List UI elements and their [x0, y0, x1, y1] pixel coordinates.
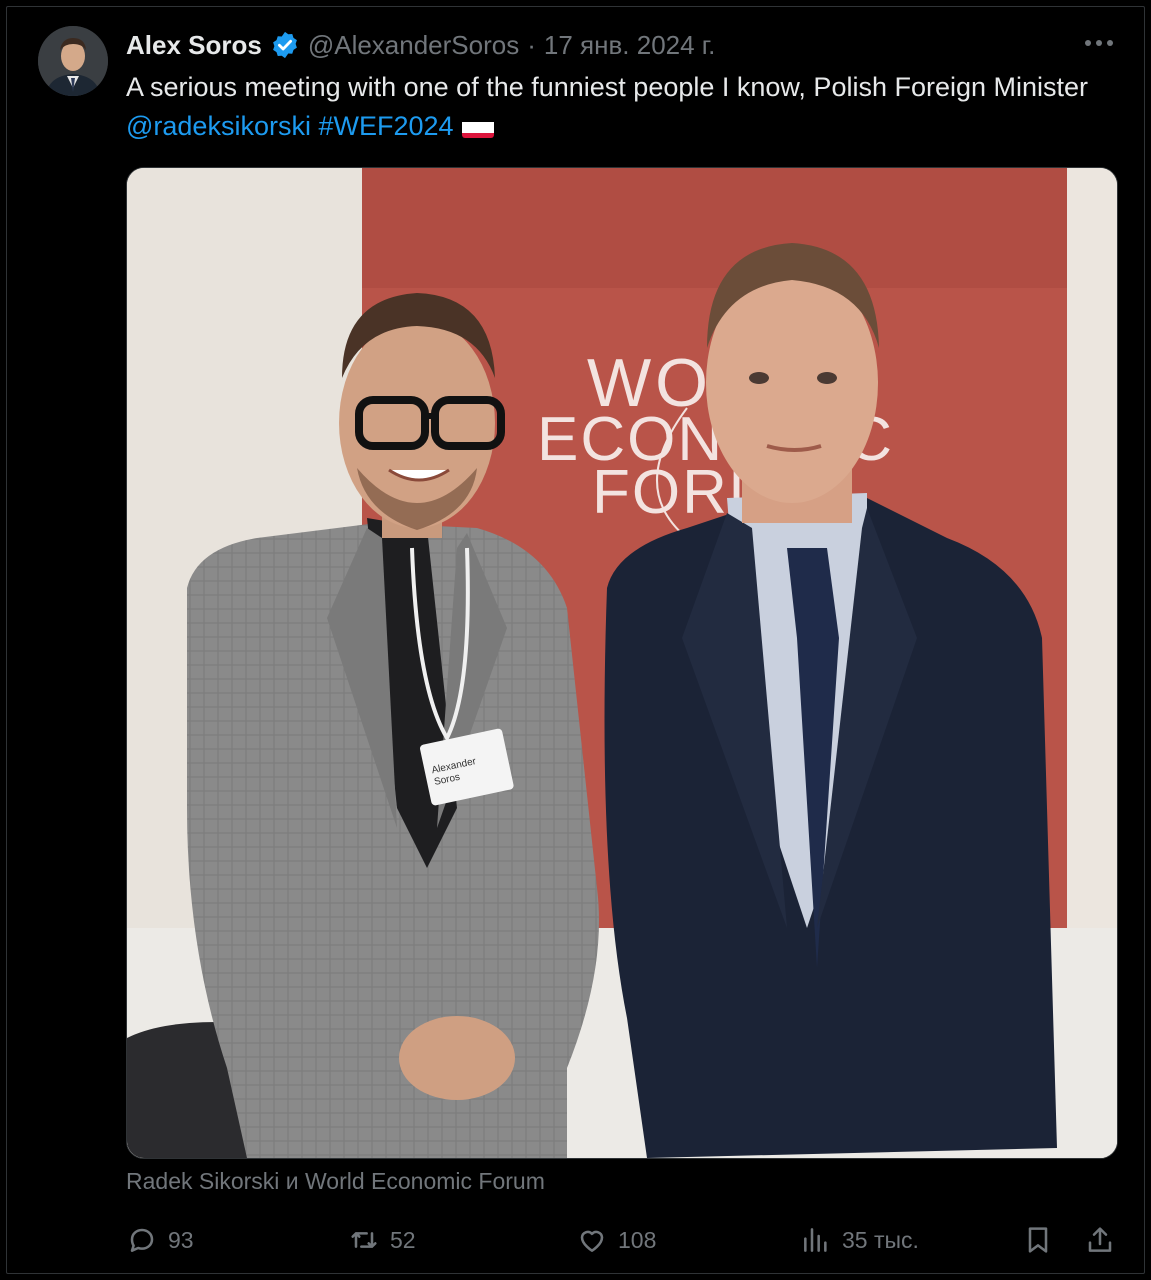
reply-count: 93 [168, 1226, 194, 1253]
repost-button[interactable]: 52 [348, 1218, 416, 1262]
more-options-icon[interactable] [1081, 28, 1117, 58]
poland-flag-icon [461, 116, 494, 138]
bookmark-button[interactable] [1022, 1218, 1054, 1262]
share-button[interactable] [1084, 1218, 1116, 1262]
share-icon [1088, 1227, 1112, 1252]
verified-badge-icon[interactable] [270, 30, 300, 60]
hashtag-link[interactable]: #WEF2024 [318, 111, 453, 141]
like-count: 108 [618, 1226, 657, 1253]
tweet-text-body: A serious meeting with one of the funnie… [126, 72, 1089, 102]
heart-icon [580, 1230, 604, 1252]
views-count: 35 тыс. [842, 1226, 919, 1253]
header-separator: · [527, 29, 536, 60]
reply-icon [130, 1228, 154, 1252]
repost-count: 52 [390, 1226, 416, 1253]
action-bar: 93 52 108 35 тыс. [126, 1218, 1120, 1262]
like-button[interactable]: 108 [576, 1218, 656, 1262]
author-handle[interactable]: @AlexanderSoros [308, 30, 519, 61]
author-name[interactable]: Alex Soros [126, 30, 262, 61]
views-chart-icon [804, 1228, 827, 1252]
tweet-header: Alex Soros @AlexanderSoros · 17 янв. 202… [126, 28, 1091, 62]
author-avatar[interactable] [38, 26, 108, 96]
views-button[interactable]: 35 тыс. [800, 1218, 919, 1262]
tweet-photo[interactable]: WORLD ECONOMIC FORUM Alexander Soros [126, 167, 1118, 1159]
mention-link[interactable]: @radeksikorski [126, 111, 311, 141]
reply-button[interactable]: 93 [126, 1218, 194, 1262]
repost-icon [351, 1232, 377, 1248]
tweet-text: A serious meeting with one of the funnie… [126, 68, 1116, 146]
tagged-people[interactable]: Radek Sikorski и World Economic Forum [126, 1168, 545, 1195]
tweet-date[interactable]: 17 янв. 2024 г. [544, 30, 715, 61]
bookmark-icon [1028, 1227, 1048, 1253]
